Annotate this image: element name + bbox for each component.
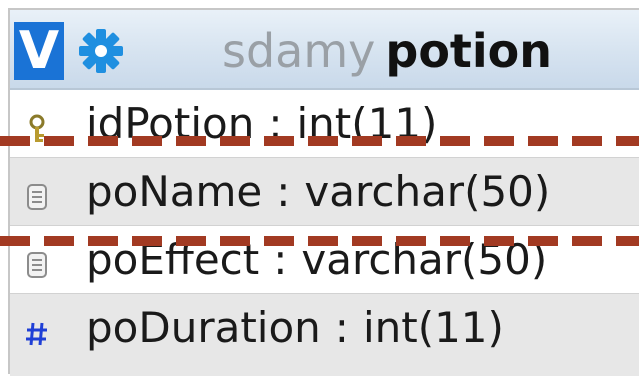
column-row-idpotion[interactable]: idPotion: int(11): [10, 90, 639, 158]
gear-icon[interactable]: [76, 26, 126, 76]
column-type: varchar(50): [304, 167, 551, 216]
numeric-column-icon: [26, 322, 47, 346]
column-label: poDuration: int(11): [86, 294, 504, 362]
column-label: idPotion: int(11): [86, 90, 437, 158]
column-row-poduration[interactable]: poDuration: int(11): [10, 294, 639, 376]
column-name: poDuration: [86, 303, 321, 352]
dashed-annotation-line: [0, 136, 639, 146]
database-name: sdamy: [222, 24, 376, 78]
column-row-poname[interactable]: poName: varchar(50): [10, 158, 639, 226]
table-card: V sdamy potion idPotion: int(11) poName…: [8, 8, 639, 376]
table-title: sdamy potion: [222, 16, 552, 86]
column-type: int(11): [362, 303, 504, 352]
column-separator: :: [334, 303, 349, 352]
column-name: poName: [86, 167, 263, 216]
view-toggle-button[interactable]: V: [14, 22, 64, 80]
dashed-annotation-line: [0, 236, 639, 246]
table-header: V sdamy potion: [10, 10, 639, 90]
table-name: potion: [385, 24, 553, 78]
text-column-icon: [27, 252, 47, 278]
column-separator: :: [276, 167, 291, 216]
text-column-icon: [27, 184, 47, 210]
column-label: poName: varchar(50): [86, 158, 550, 226]
